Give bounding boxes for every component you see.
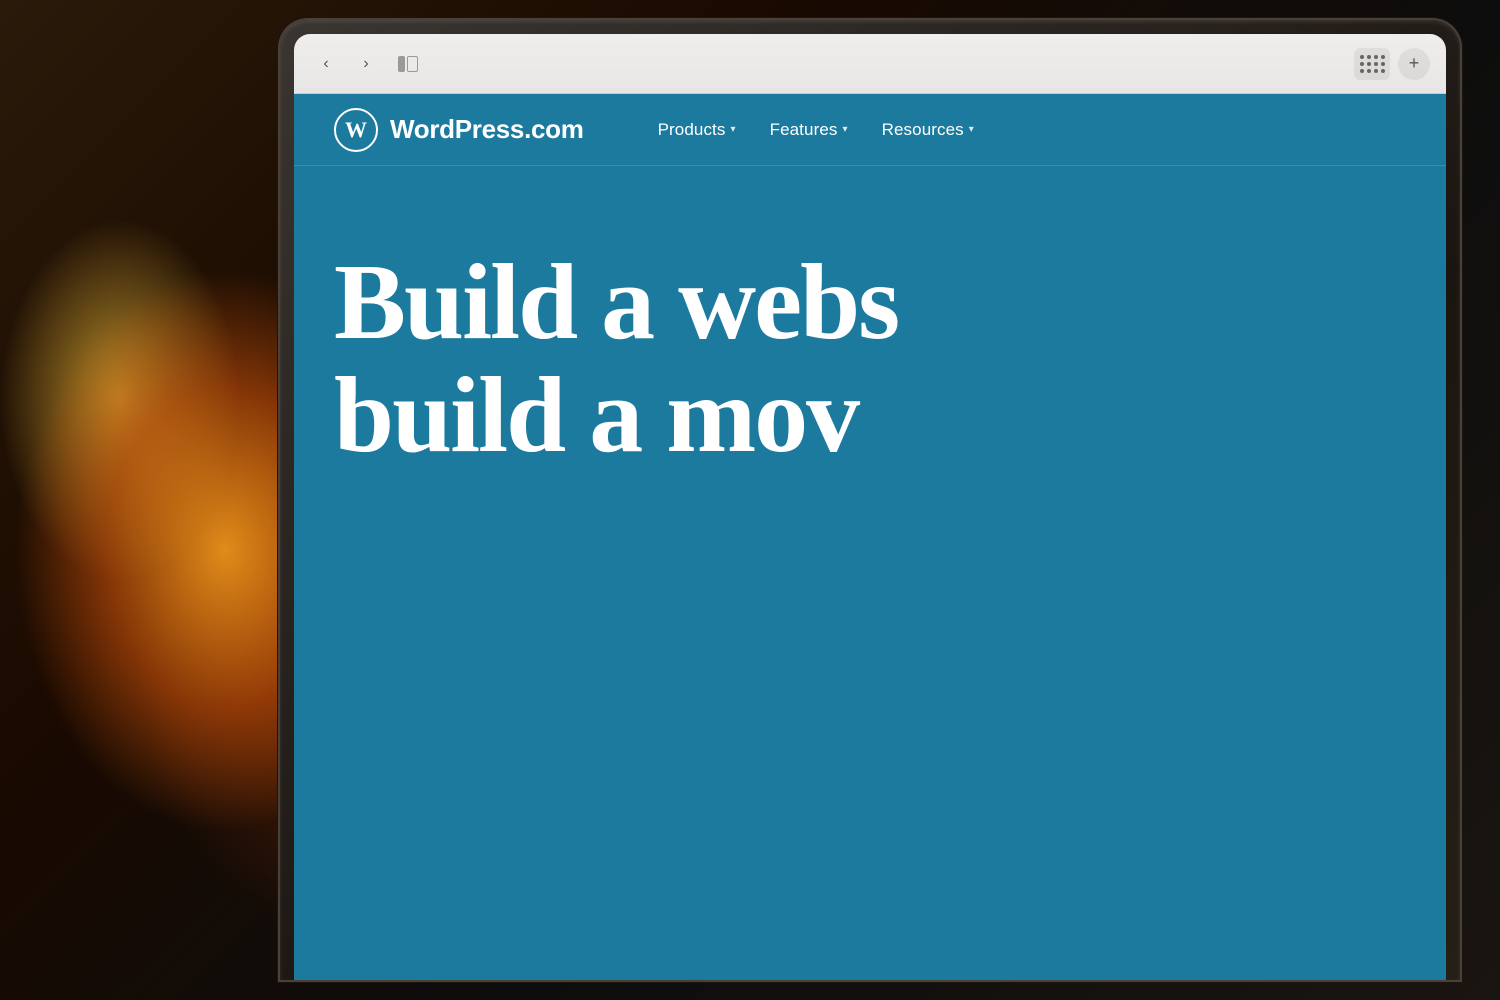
nav-resources[interactable]: Resources ▾ [868,112,988,148]
grid-icon [1360,55,1385,73]
back-button[interactable]: ‹ [310,48,342,80]
webpage-content: W WordPress.com Products ▾ Features ▾ Re… [294,94,1446,980]
wp-navbar: W WordPress.com Products ▾ Features ▾ Re… [294,94,1446,166]
nav-products[interactable]: Products ▾ [644,112,750,148]
forward-button[interactable]: › [350,48,382,80]
hero-line-1: Build a webs [334,246,1406,359]
wp-logo-text: WordPress.com [390,114,584,145]
sidebar-toggle-button[interactable] [390,48,426,80]
products-chevron-icon: ▾ [730,124,735,135]
browser-toolbar: ‹ › [294,34,1446,94]
wp-hero-title: Build a webs build a mov [334,246,1406,473]
device-screen: ‹ › [294,34,1446,980]
device-frame: ‹ › [280,20,1460,980]
tab-overview-button[interactable] [1354,48,1390,80]
nav-products-label: Products [658,120,726,140]
new-tab-icon: + [1409,53,1420,74]
wp-symbol: W [345,117,367,143]
wp-nav-links: Products ▾ Features ▾ Resources ▾ [644,112,988,148]
hero-line-2: build a mov [334,359,1406,472]
wp-logo[interactable]: W WordPress.com [334,108,584,152]
new-tab-button[interactable]: + [1398,48,1430,80]
wp-hero-section: Build a webs build a mov [294,166,1446,513]
forward-icon: › [363,55,368,73]
nav-resources-label: Resources [882,120,964,140]
resources-chevron-icon: ▾ [969,124,974,135]
nav-features[interactable]: Features ▾ [756,112,862,148]
wordpress-logo-icon: W [334,108,378,152]
features-chevron-icon: ▾ [842,124,847,135]
browser-right-controls: + [1354,48,1430,80]
sidebar-icon [398,56,418,72]
nav-features-label: Features [770,120,838,140]
back-icon: ‹ [323,55,328,73]
